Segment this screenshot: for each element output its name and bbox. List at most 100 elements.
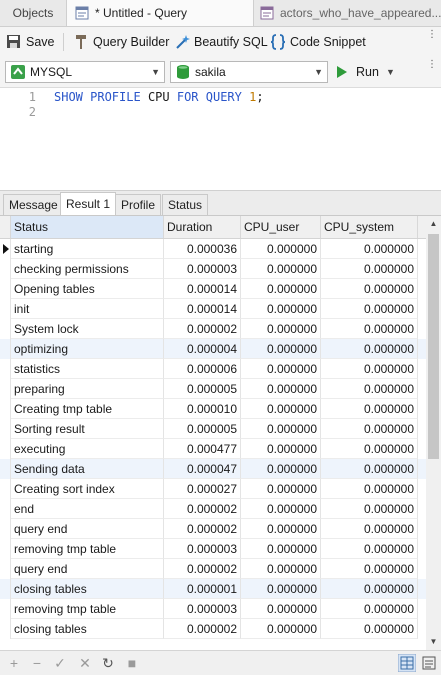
table-row[interactable]: statistics 0.000006 0.000000 0.000000 xyxy=(0,359,426,379)
cell-duration[interactable]: 0.000005 xyxy=(164,419,241,439)
cell-duration[interactable]: 0.000002 xyxy=(164,559,241,579)
cell-duration[interactable]: 0.000003 xyxy=(164,539,241,559)
cell-status[interactable]: preparing xyxy=(11,379,164,399)
cell-cpu-system[interactable]: 0.000000 xyxy=(321,399,418,419)
tab-actors-query[interactable]: actors_who_have_appeared... xyxy=(254,0,441,26)
table-row[interactable]: Creating sort index 0.000027 0.000000 0.000… xyxy=(0,479,426,499)
cell-cpu-system[interactable]: 0.000000 xyxy=(321,319,418,339)
cell-cpu-user[interactable]: 0.000000 xyxy=(241,459,321,479)
cell-duration[interactable]: 0.000002 xyxy=(164,319,241,339)
cell-cpu-system[interactable]: 0.000000 xyxy=(321,439,418,459)
cell-cpu-system[interactable]: 0.000000 xyxy=(321,339,418,359)
cell-cpu-system[interactable]: 0.000000 xyxy=(321,559,418,579)
cell-cpu-system[interactable]: 0.000000 xyxy=(321,519,418,539)
cell-cpu-user[interactable]: 0.000000 xyxy=(241,439,321,459)
tab-result-1[interactable]: Result 1 xyxy=(60,192,117,215)
cell-duration[interactable]: 0.000005 xyxy=(164,379,241,399)
row-marker[interactable] xyxy=(0,459,11,479)
cell-status[interactable]: Opening tables xyxy=(11,279,164,299)
table-row[interactable]: end 0.000002 0.000000 0.000000 xyxy=(0,499,426,519)
column-header-cpu-system[interactable]: CPU_system xyxy=(321,216,418,238)
cell-duration[interactable]: 0.000001 xyxy=(164,579,241,599)
cell-cpu-user[interactable]: 0.000000 xyxy=(241,479,321,499)
refresh-icon[interactable]: ↻ xyxy=(100,655,116,671)
row-marker[interactable] xyxy=(0,579,11,599)
row-marker[interactable] xyxy=(0,359,11,379)
sql-editor[interactable]: 1 2 SHOW PROFILE CPU FOR QUERY 1; xyxy=(0,88,441,188)
cell-cpu-system[interactable]: 0.000000 xyxy=(321,259,418,279)
row-marker[interactable] xyxy=(0,319,11,339)
cell-status[interactable]: Creating tmp table xyxy=(11,399,164,419)
table-row[interactable]: query end 0.000002 0.000000 0.000000 xyxy=(0,519,426,539)
cell-status[interactable]: removing tmp table xyxy=(11,599,164,619)
column-header-status[interactable]: Status xyxy=(11,216,164,238)
cell-cpu-user[interactable]: 0.000000 xyxy=(241,559,321,579)
cell-status[interactable]: closing tables xyxy=(11,619,164,639)
cell-duration[interactable]: 0.000004 xyxy=(164,339,241,359)
cell-cpu-system[interactable]: 0.000000 xyxy=(321,419,418,439)
row-marker[interactable] xyxy=(0,439,11,459)
cell-cpu-system[interactable]: 0.000000 xyxy=(321,239,418,259)
toolbar-overflow-handle[interactable]: ⋮ xyxy=(427,30,437,53)
table-row[interactable]: closing tables 0.000002 0.000000 0.000000 xyxy=(0,619,426,639)
cell-duration[interactable]: 0.000002 xyxy=(164,499,241,519)
row-marker[interactable] xyxy=(0,539,11,559)
row-marker[interactable] xyxy=(0,599,11,619)
cell-cpu-user[interactable]: 0.000000 xyxy=(241,399,321,419)
scroll-down-icon[interactable]: ▼ xyxy=(426,634,441,650)
stop-icon[interactable]: ■ xyxy=(124,655,140,671)
cell-cpu-user[interactable]: 0.000000 xyxy=(241,419,321,439)
column-header-cpu-user[interactable]: CPU_user xyxy=(241,216,321,238)
table-row[interactable]: Sorting result 0.000005 0.000000 0.000000 xyxy=(0,419,426,439)
table-row[interactable]: preparing 0.000005 0.000000 0.000000 xyxy=(0,379,426,399)
table-row[interactable]: init 0.000014 0.000000 0.000000 xyxy=(0,299,426,319)
connection-select[interactable]: MYSQL ▼ xyxy=(5,61,165,83)
table-row[interactable]: Sending data 0.000047 0.000000 0.000000 xyxy=(0,459,426,479)
cell-cpu-system[interactable]: 0.000000 xyxy=(321,499,418,519)
code-snippet-button[interactable]: Code Snippet xyxy=(270,27,366,57)
cell-duration[interactable]: 0.000027 xyxy=(164,479,241,499)
cell-status[interactable]: end xyxy=(11,499,164,519)
cell-duration[interactable]: 0.000036 xyxy=(164,239,241,259)
save-button[interactable]: Save xyxy=(6,27,56,57)
table-row[interactable]: executing 0.000477 0.000000 0.000000 xyxy=(0,439,426,459)
cell-cpu-user[interactable]: 0.000000 xyxy=(241,259,321,279)
cell-status[interactable]: executing xyxy=(11,439,164,459)
cell-duration[interactable]: 0.000002 xyxy=(164,619,241,639)
cell-status[interactable]: Sorting result xyxy=(11,419,164,439)
table-row[interactable]: optimizing 0.000004 0.000000 0.000000 xyxy=(0,339,426,359)
table-row[interactable]: checking permissions 0.000003 0.000000 0.00… xyxy=(0,259,426,279)
cell-cpu-user[interactable]: 0.000000 xyxy=(241,319,321,339)
row-marker[interactable] xyxy=(0,499,11,519)
add-record-icon[interactable]: + xyxy=(6,655,22,671)
cell-duration[interactable]: 0.000010 xyxy=(164,399,241,419)
tab-objects[interactable]: Objects xyxy=(0,0,66,26)
scrollbar-thumb[interactable] xyxy=(428,234,439,459)
row-marker[interactable] xyxy=(0,479,11,499)
cell-duration[interactable]: 0.000003 xyxy=(164,259,241,279)
cell-duration[interactable]: 0.000477 xyxy=(164,439,241,459)
cell-cpu-user[interactable]: 0.000000 xyxy=(241,619,321,639)
table-row[interactable]: Opening tables 0.000014 0.000000 0.000000 xyxy=(0,279,426,299)
cell-cpu-user[interactable]: 0.000000 xyxy=(241,379,321,399)
row-marker[interactable] xyxy=(0,279,11,299)
cell-status[interactable]: System lock xyxy=(11,319,164,339)
apply-changes-icon[interactable]: ✓ xyxy=(52,655,68,671)
cell-status[interactable]: statistics xyxy=(11,359,164,379)
cell-cpu-system[interactable]: 0.000000 xyxy=(321,579,418,599)
tab-untitled-query[interactable]: * Untitled - Query xyxy=(66,0,254,26)
row-marker[interactable] xyxy=(0,619,11,639)
beautify-sql-button[interactable]: Beautify SQL xyxy=(175,27,268,57)
cell-duration[interactable]: 0.000006 xyxy=(164,359,241,379)
row-marker[interactable] xyxy=(0,339,11,359)
row-marker[interactable] xyxy=(0,259,11,279)
table-row[interactable]: Creating tmp table 0.000010 0.000000 0.0000… xyxy=(0,399,426,419)
database-select[interactable]: sakila ▼ xyxy=(170,61,328,83)
cell-status[interactable]: starting xyxy=(11,239,164,259)
cell-cpu-system[interactable]: 0.000000 xyxy=(321,359,418,379)
cell-cpu-user[interactable]: 0.000000 xyxy=(241,539,321,559)
cell-status[interactable]: query end xyxy=(11,519,164,539)
cell-duration[interactable]: 0.000047 xyxy=(164,459,241,479)
grid-view-icon[interactable] xyxy=(398,654,416,672)
row-marker[interactable] xyxy=(0,379,11,399)
